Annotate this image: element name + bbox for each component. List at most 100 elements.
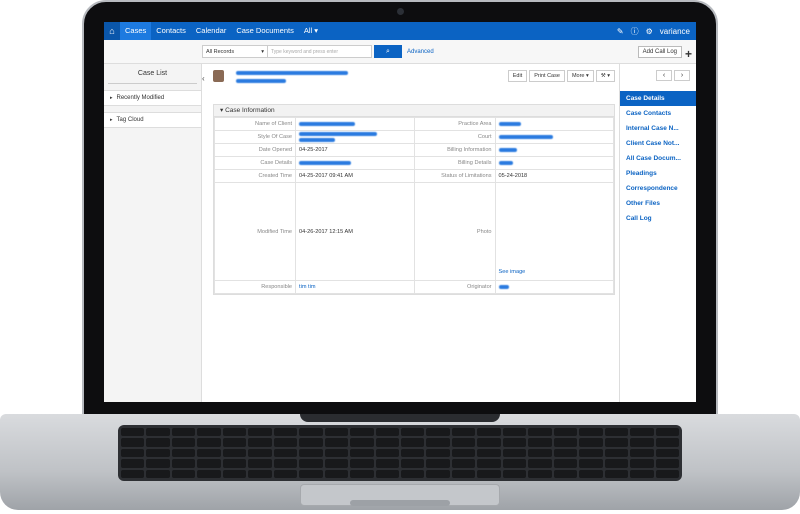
keyboard-key — [553, 438, 578, 447]
avatar — [213, 70, 224, 82]
value-practice-area[interactable] — [494, 117, 615, 131]
section-header[interactable]: ▾ Case Information — [214, 105, 614, 117]
keyboard-key — [222, 459, 247, 468]
keyboard-key — [451, 438, 476, 447]
rnav-other-files[interactable]: Other Files — [620, 196, 696, 211]
tab-cases[interactable]: Cases — [120, 22, 152, 40]
right-nav: ‹ › Case Details Case Contacts Internal … — [619, 64, 696, 402]
value-status-of-limitations: 05-24-2018 — [494, 169, 615, 183]
keyboard-key — [502, 448, 527, 458]
keyboard-key — [350, 438, 374, 447]
label-billing-details: Billing Details — [413, 156, 496, 170]
keyboard-key — [299, 438, 323, 447]
see-image-link[interactable]: See image — [499, 269, 526, 275]
keyboard-key — [604, 428, 629, 437]
record-pager: ‹ › — [620, 64, 696, 81]
keyboard-key — [222, 428, 247, 437]
photo-cell: See image — [494, 182, 615, 281]
chevron-down-icon: ▾ — [261, 48, 264, 55]
search-button[interactable]: ⌕ — [374, 45, 402, 58]
sidebar-item-label: Tag Cloud — [116, 117, 144, 123]
value-created-time: 04-25-2017 09:41 AM — [295, 169, 415, 183]
rnav-client-case-notes[interactable]: Client Case Not... — [620, 136, 696, 151]
rnav-all-case-documents[interactable]: All Case Docum... — [620, 151, 696, 166]
value-name-of-client[interactable] — [295, 117, 415, 131]
sidebar-item-recently-modified[interactable]: ▸ Recently Modified — [104, 90, 201, 106]
keyboard-key — [528, 459, 552, 468]
next-record-icon[interactable]: › — [674, 70, 690, 81]
tab-case-documents[interactable]: Case Documents — [231, 22, 299, 40]
label-style-of-case: Style Of Case — [213, 130, 297, 144]
tab-contacts[interactable]: Contacts — [151, 22, 191, 40]
case-title-redacted[interactable] — [236, 70, 356, 86]
label-name-of-client: Name of Client — [213, 117, 297, 131]
keyboard-key — [401, 448, 425, 458]
keyboard-key — [451, 448, 476, 458]
wrench-icon: ⚒ — [600, 73, 606, 79]
keyboard-key — [222, 469, 247, 478]
keyboard-key — [426, 448, 450, 458]
value-case-details[interactable] — [295, 156, 415, 170]
rnav-internal-case-notes[interactable]: Internal Case N... — [620, 121, 696, 136]
value-billing-information[interactable] — [494, 143, 615, 157]
rnav-case-contacts[interactable]: Case Contacts — [620, 106, 696, 121]
section-title: Case Information — [225, 107, 275, 114]
value-style-of-case[interactable] — [295, 130, 415, 144]
prev-record-icon[interactable]: ‹ — [656, 70, 672, 81]
keyboard-key — [121, 448, 145, 458]
case-information-panel: ▾ Case Information Name of Client Practi… — [213, 104, 615, 295]
keyboard-key — [121, 428, 145, 437]
info-icon[interactable]: ⓘ — [631, 26, 639, 37]
keyboard-key — [375, 428, 399, 437]
add-icon[interactable]: + — [685, 47, 692, 61]
value-court[interactable] — [494, 130, 615, 144]
keyboard-key — [451, 469, 476, 478]
keyboard-key — [502, 438, 527, 447]
rnav-pleadings[interactable]: Pleadings — [620, 166, 696, 181]
print-case-button[interactable]: Print Case — [529, 70, 565, 82]
value-originator[interactable] — [494, 280, 615, 294]
home-icon[interactable]: ⌂ — [104, 22, 120, 40]
tab-calendar[interactable]: Calendar — [191, 22, 231, 40]
keyboard-key — [451, 459, 476, 468]
edit-icon[interactable]: ✎ — [617, 27, 624, 36]
rnav-correspondence[interactable]: Correspondence — [620, 181, 696, 196]
keyboard-key — [273, 469, 298, 478]
add-call-log-button[interactable]: Add Call Log — [637, 45, 682, 58]
keyboard-key — [502, 469, 527, 478]
keyboard-key — [502, 428, 527, 437]
top-nav: ⌂ Cases Contacts Calendar Case Documents… — [104, 22, 696, 40]
keyboard-key — [401, 459, 425, 468]
keyboard-key — [528, 469, 552, 478]
sidebar-item-tag-cloud[interactable]: ▸ Tag Cloud — [104, 112, 201, 128]
collapse-sidebar-icon[interactable]: ‹ — [202, 74, 205, 83]
keyboard-key — [121, 469, 145, 478]
caret-right-icon: ▸ — [110, 95, 113, 101]
user-menu[interactable]: variance — [660, 27, 690, 36]
search-input[interactable]: Type keyword and press enter — [268, 45, 372, 58]
tab-all[interactable]: All ▾ — [299, 22, 323, 40]
tools-button[interactable]: ⚒ ▾ — [595, 70, 615, 82]
keyboard-key — [121, 459, 145, 468]
rnav-call-log[interactable]: Call Log — [620, 211, 696, 226]
value-responsible[interactable]: tim tim — [295, 280, 415, 294]
keyboard-key — [426, 428, 450, 437]
keyboard-key — [553, 448, 578, 458]
more-button[interactable]: More ▾ — [566, 70, 594, 82]
keyboard-key — [604, 448, 629, 458]
edit-button[interactable]: Edit — [507, 70, 528, 82]
label-created-time: Created Time — [213, 169, 297, 183]
rnav-case-details[interactable]: Case Details — [620, 91, 696, 106]
case-info-table: Name of Client Practice Area Style Of Ca… — [213, 117, 615, 294]
keyboard-key — [146, 459, 170, 468]
advanced-link[interactable]: Advanced — [407, 49, 434, 55]
keyboard-key — [630, 438, 654, 447]
case-header: Edit Print Case More ▾ ⚒ ▾ — [213, 64, 615, 94]
scope-select[interactable]: All Records ▾ — [202, 45, 268, 58]
keyboard-key — [655, 438, 679, 447]
keyboard-key — [171, 428, 196, 437]
keyboard-key — [477, 469, 501, 478]
gear-icon[interactable]: ⚙ — [646, 27, 653, 36]
keyboard-key — [528, 438, 552, 447]
value-billing-details[interactable] — [494, 156, 615, 170]
